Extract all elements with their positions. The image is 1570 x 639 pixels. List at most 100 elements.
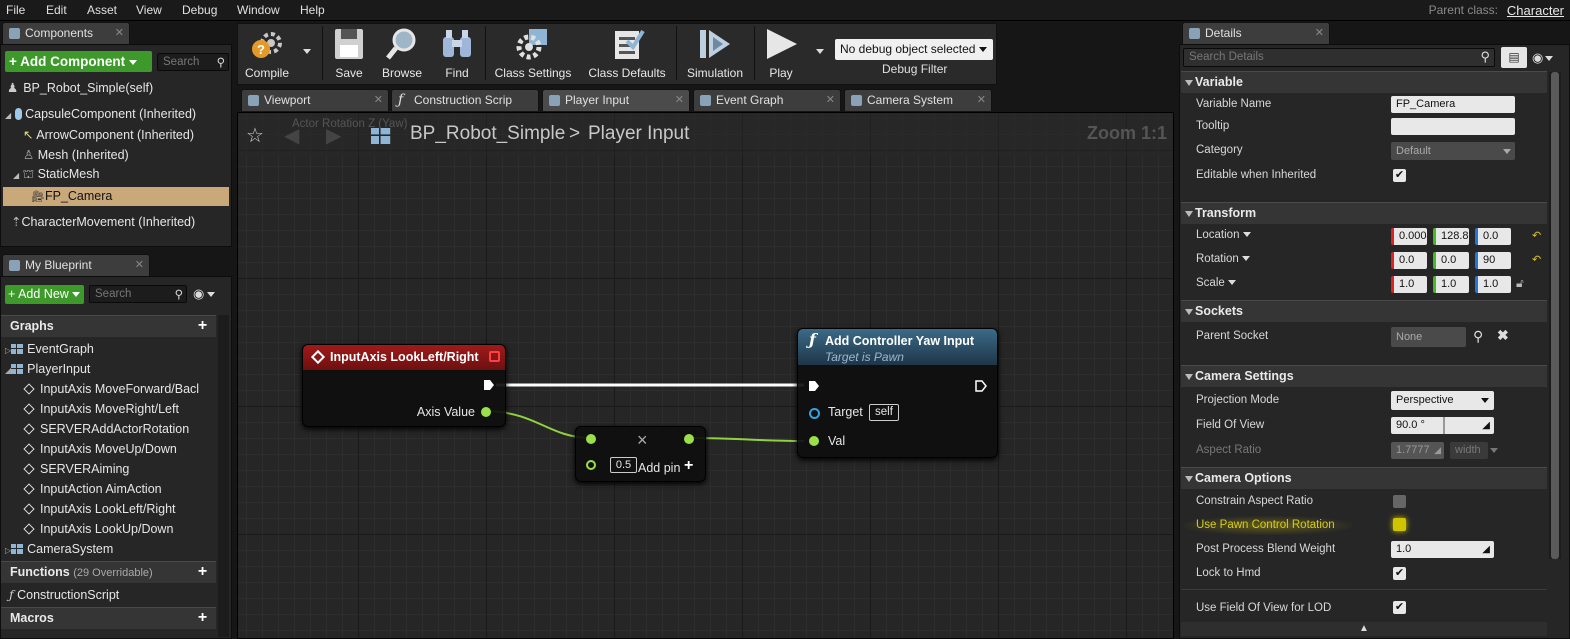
location-y-input[interactable]: 128.85 bbox=[1433, 228, 1469, 245]
event-item[interactable]: InputAxis MoveUp/Down bbox=[23, 442, 177, 456]
menu-file[interactable]: File bbox=[6, 3, 25, 17]
multiply-node[interactable]: × 0.5 Add pin + bbox=[575, 426, 706, 482]
tab-components[interactable]: Components ✕ bbox=[2, 22, 130, 44]
blueprint-search-input[interactable]: Search ⚲ bbox=[89, 285, 187, 303]
graph-camerasystem[interactable]: ▷ CameraSystem bbox=[5, 542, 113, 556]
add-pin-label[interactable]: Add pin bbox=[638, 461, 680, 475]
multiply-value-input[interactable]: 0.5 bbox=[610, 457, 637, 473]
use-pawn-control-rotation-checkbox[interactable] bbox=[1393, 518, 1406, 531]
editable-when-inherited-checkbox[interactable]: ✔ bbox=[1393, 169, 1406, 182]
projection-mode-dropdown[interactable]: Perspective bbox=[1391, 391, 1494, 410]
exec-out-pin-icon[interactable] bbox=[975, 380, 987, 392]
class-defaults-button[interactable]: Class Defaults bbox=[584, 24, 670, 82]
category-dropdown[interactable]: Default bbox=[1391, 142, 1515, 160]
component-capsule[interactable]: ◢ CapsuleComponent (Inherited) bbox=[5, 107, 196, 121]
section-transform[interactable]: Transform bbox=[1181, 202, 1547, 224]
rotation-label[interactable]: Rotation bbox=[1196, 253, 1251, 265]
property-matrix-icon[interactable]: ▤ bbox=[1501, 47, 1527, 68]
event-item[interactable]: InputAxis MoveForward/Bacl bbox=[23, 382, 199, 396]
delegate-pin-icon[interactable] bbox=[489, 351, 500, 362]
reset-to-default-icon[interactable]: ↶ bbox=[1532, 253, 1541, 266]
scrollbar-thumb[interactable] bbox=[1551, 72, 1559, 559]
graph-canvas[interactable]: Actor Rotation Z (Yaw) ☆ ◀ ▶ BP_Robot_Si… bbox=[237, 112, 1174, 639]
location-z-input[interactable]: 0.0 bbox=[1475, 228, 1511, 245]
close-icon[interactable]: ✕ bbox=[675, 90, 684, 111]
slider-handle[interactable] bbox=[1443, 417, 1445, 434]
close-icon[interactable]: ✕ bbox=[135, 255, 144, 276]
scrollbar[interactable] bbox=[218, 315, 229, 637]
tab-camera-system[interactable]: Camera System ✕ bbox=[844, 89, 992, 111]
search-icon[interactable]: ⚲ bbox=[1473, 328, 1483, 345]
close-icon[interactable]: ✕ bbox=[826, 90, 835, 111]
menu-window[interactable]: Window bbox=[237, 3, 280, 17]
close-icon[interactable]: ✕ bbox=[977, 90, 986, 111]
event-item[interactable]: InputAction AimAction bbox=[23, 482, 162, 496]
advanced-toggle[interactable]: ▲ bbox=[1181, 622, 1547, 636]
menu-debug[interactable]: Debug bbox=[182, 3, 217, 17]
menu-edit[interactable]: Edit bbox=[46, 3, 67, 17]
component-mesh[interactable]: ♙ Mesh (Inherited) bbox=[23, 147, 129, 162]
axis-value-pin[interactable] bbox=[481, 407, 491, 417]
tooltip-input[interactable] bbox=[1391, 118, 1515, 135]
component-staticmesh[interactable]: ◢ ⛫ StaticMesh bbox=[13, 167, 99, 183]
section-camera-options[interactable]: Camera Options bbox=[1181, 467, 1547, 489]
exec-in-pin-icon[interactable] bbox=[808, 380, 820, 392]
component-movement[interactable]: ⇡CharacterMovement (Inherited) bbox=[11, 214, 195, 229]
variable-name-input[interactable]: FP_Camera bbox=[1391, 96, 1515, 113]
components-search-input[interactable]: Search ⚲ bbox=[157, 53, 229, 71]
debug-object-dropdown[interactable]: No debug object selected bbox=[835, 39, 993, 60]
play-button[interactable]: Play bbox=[758, 24, 804, 82]
post-process-blend-weight-input[interactable]: 1.0 ◢ bbox=[1391, 541, 1494, 558]
reset-to-default-icon[interactable]: ↶ bbox=[1532, 229, 1541, 242]
event-item[interactable]: InputAxis MoveRight/Left bbox=[23, 402, 179, 416]
scale-label[interactable]: Scale bbox=[1196, 277, 1236, 289]
graph-playerinput[interactable]: ◢ PlayerInput bbox=[5, 362, 90, 376]
lock-icon[interactable]: 🔓︎ bbox=[1516, 276, 1524, 291]
rotation-z-input[interactable]: 90 bbox=[1475, 252, 1511, 269]
graphs-section-header[interactable]: Graphs + bbox=[1, 315, 216, 337]
menu-view[interactable]: View bbox=[136, 3, 162, 17]
scale-x-input[interactable]: 1.0 bbox=[1391, 276, 1427, 293]
save-button[interactable]: Save bbox=[327, 24, 371, 82]
add-new-button[interactable]: + Add New bbox=[5, 285, 84, 304]
event-item[interactable]: InputAxis LookLeft/Right bbox=[23, 502, 176, 516]
field-of-view-input[interactable]: 90.0 ° ◢ bbox=[1391, 417, 1494, 434]
graph-eventgraph[interactable]: ▷ EventGraph bbox=[5, 342, 94, 356]
details-scrollbar[interactable] bbox=[1549, 72, 1561, 559]
menu-asset[interactable]: Asset bbox=[87, 3, 117, 17]
event-item[interactable]: SERVERAddActorRotation bbox=[23, 422, 189, 436]
simulation-button[interactable]: Simulation bbox=[682, 24, 748, 82]
close-icon[interactable]: ✕ bbox=[374, 90, 383, 111]
scale-z-input[interactable]: 1.0 bbox=[1475, 276, 1511, 293]
component-arrow[interactable]: ↖ ArrowComponent (Inherited) bbox=[23, 127, 194, 142]
tab-details[interactable]: Details ✕ bbox=[1182, 22, 1330, 44]
play-options-chevron-icon[interactable] bbox=[816, 44, 824, 58]
eye-icon[interactable]: ◉ bbox=[1532, 50, 1554, 66]
parent-class-link[interactable]: Character bbox=[1507, 3, 1564, 18]
rotation-y-input[interactable]: 0.0 bbox=[1433, 252, 1469, 269]
functions-section-header[interactable]: Functions (29 Overridable) + bbox=[1, 561, 216, 583]
details-search-input[interactable]: Search Details ⚲ bbox=[1183, 48, 1495, 67]
location-label[interactable]: Location bbox=[1196, 229, 1251, 241]
add-macro-button[interactable]: + bbox=[195, 610, 210, 626]
tab-event-graph[interactable]: Event Graph ✕ bbox=[693, 89, 841, 111]
rotation-x-input[interactable]: 0.0 bbox=[1391, 252, 1427, 269]
add-graph-button[interactable]: + bbox=[195, 318, 210, 334]
close-icon[interactable]: ✕ bbox=[1315, 23, 1324, 44]
scale-y-input[interactable]: 1.0 bbox=[1433, 276, 1469, 293]
tab-construction-script[interactable]: ƒ Construction Scrip bbox=[391, 89, 539, 111]
browse-button[interactable]: Browse bbox=[377, 24, 427, 82]
component-self[interactable]: ♟ BP_Robot_Simple(self) bbox=[7, 80, 153, 95]
find-button[interactable]: Find bbox=[435, 24, 479, 82]
target-self-value[interactable]: self bbox=[869, 404, 899, 421]
val-pin[interactable] bbox=[809, 436, 819, 446]
component-fp-camera-selected[interactable]: 🎥︎FP_Camera bbox=[3, 187, 229, 206]
constrain-aspect-ratio-checkbox[interactable] bbox=[1393, 495, 1406, 508]
class-settings-button[interactable]: Class Settings bbox=[490, 24, 576, 82]
add-function-button[interactable]: + bbox=[195, 564, 210, 580]
add-controller-yaw-node[interactable]: ƒ Add Controller Yaw Input Target is Paw… bbox=[797, 328, 998, 458]
menu-help[interactable]: Help bbox=[300, 3, 325, 17]
close-icon[interactable]: ✕ bbox=[115, 23, 124, 44]
multiply-input-b-pin[interactable] bbox=[586, 460, 596, 470]
compile-button[interactable]: ? Compile bbox=[239, 24, 295, 82]
